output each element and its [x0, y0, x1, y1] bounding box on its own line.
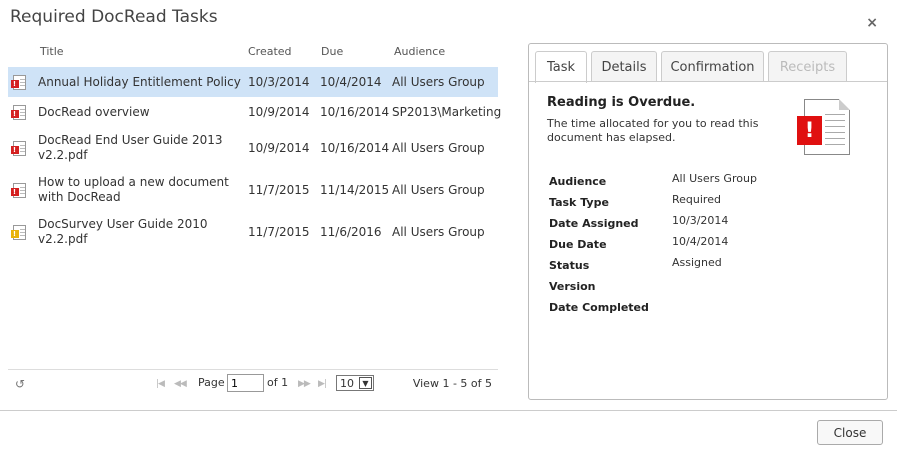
close-button[interactable]: Close [817, 420, 883, 445]
task-due: 11/14/2015 [320, 183, 390, 197]
page-number-input[interactable] [227, 374, 264, 392]
column-header-created[interactable]: Created [248, 45, 292, 58]
property-value: Assigned [672, 256, 722, 269]
task-row[interactable]: ! DocRead End User Guide 2013 v2.2.pdf 1… [8, 127, 498, 169]
property-label: Audience [549, 175, 607, 188]
tab-divider [529, 81, 887, 82]
task-due: 10/4/2014 [320, 75, 382, 89]
last-page-icon[interactable]: ▶| [318, 379, 327, 389]
tab-confirmation[interactable]: Confirmation [661, 51, 764, 82]
property-label: Status [549, 259, 590, 272]
property-value: Required [672, 193, 721, 206]
status-description: The time allocated for you to read this … [547, 117, 759, 144]
task-title: DocSurvey User Guide 2010 v2.2.pdf [38, 217, 208, 246]
task-row[interactable]: ! Annual Holiday Entitlement Policy 10/3… [8, 67, 498, 97]
task-title: Annual Holiday Entitlement Policy [38, 74, 241, 89]
tab-details[interactable]: Details [591, 51, 657, 82]
property-label: Due Date [549, 238, 607, 251]
task-row[interactable]: ! How to upload a new document with DocR… [8, 169, 498, 211]
task-detail-panel: Task Details Confirmation Receipts Readi… [528, 43, 888, 400]
task-audience: All Users Group [392, 141, 485, 155]
property-value: All Users Group [672, 172, 757, 185]
overdue-document-icon: ! [10, 104, 26, 120]
pending-document-icon: ! [10, 224, 26, 240]
tab-receipts: Receipts [768, 51, 847, 82]
footer-divider [0, 410, 897, 411]
property-value: 10/3/2014 [672, 214, 729, 227]
overdue-document-icon: ! [10, 74, 26, 90]
task-row[interactable]: ! DocRead overview 10/9/2014 10/16/2014 … [8, 97, 502, 127]
property-label: Task Type [549, 196, 609, 209]
property-label: Date Completed [549, 301, 649, 314]
task-created: 10/3/2014 [248, 75, 310, 89]
task-created: 10/9/2014 [248, 141, 310, 155]
page-label: Page [198, 376, 225, 389]
status-heading: Reading is Overdue. [547, 95, 696, 110]
column-header-title[interactable]: Title [40, 45, 64, 58]
property-value: 10/4/2014 [672, 235, 729, 248]
page-size-select[interactable]: 10 ▼ [336, 375, 374, 391]
record-count-label: View 1 - 5 of 5 [412, 377, 492, 390]
task-title: How to upload a new document with DocRea… [38, 175, 229, 204]
refresh-icon[interactable]: ↺ [15, 377, 25, 391]
column-header-due[interactable]: Due [321, 45, 343, 58]
property-label: Date Assigned [549, 217, 639, 230]
task-audience: SP2013\Marketing [392, 105, 502, 119]
task-title: DocRead overview [38, 104, 150, 119]
tab-task[interactable]: Task [535, 51, 587, 83]
task-due: 10/16/2014 [320, 105, 390, 119]
chevron-down-icon: ▼ [359, 377, 372, 389]
property-label: Version [549, 280, 596, 293]
overdue-document-icon: ! [797, 99, 851, 156]
first-page-icon[interactable]: |◀ [156, 379, 165, 389]
task-created: 11/7/2015 [248, 183, 310, 197]
task-created: 10/9/2014 [248, 105, 310, 119]
task-title: DocRead End User Guide 2013 v2.2.pdf [38, 133, 223, 162]
task-created: 11/7/2015 [248, 225, 310, 239]
pager: ↺ |◀ ◀◀ Page of 1 ▶▶ ▶| 10 ▼ View 1 - 5 … [8, 369, 498, 395]
dialog-title: Required DocRead Tasks [10, 7, 218, 27]
close-icon[interactable]: × [866, 15, 878, 31]
task-row[interactable]: ! DocSurvey User Guide 2010 v2.2.pdf 11/… [8, 211, 498, 253]
next-page-icon[interactable]: ▶▶ [298, 379, 311, 389]
task-list: ! Annual Holiday Entitlement Policy 10/3… [8, 67, 502, 253]
task-due: 10/16/2014 [320, 141, 390, 155]
task-audience: All Users Group [392, 183, 485, 197]
task-audience: All Users Group [392, 75, 485, 89]
page-count-label: of 1 [267, 376, 289, 389]
page-size-value: 10 [340, 376, 354, 390]
task-due: 11/6/2016 [320, 225, 382, 239]
task-list-header: Title Created Due Audience [8, 40, 498, 64]
overdue-document-icon: ! [10, 140, 26, 156]
previous-page-icon[interactable]: ◀◀ [174, 379, 187, 389]
task-audience: All Users Group [392, 225, 485, 239]
column-header-audience[interactable]: Audience [394, 45, 445, 58]
overdue-document-icon: ! [10, 182, 26, 198]
